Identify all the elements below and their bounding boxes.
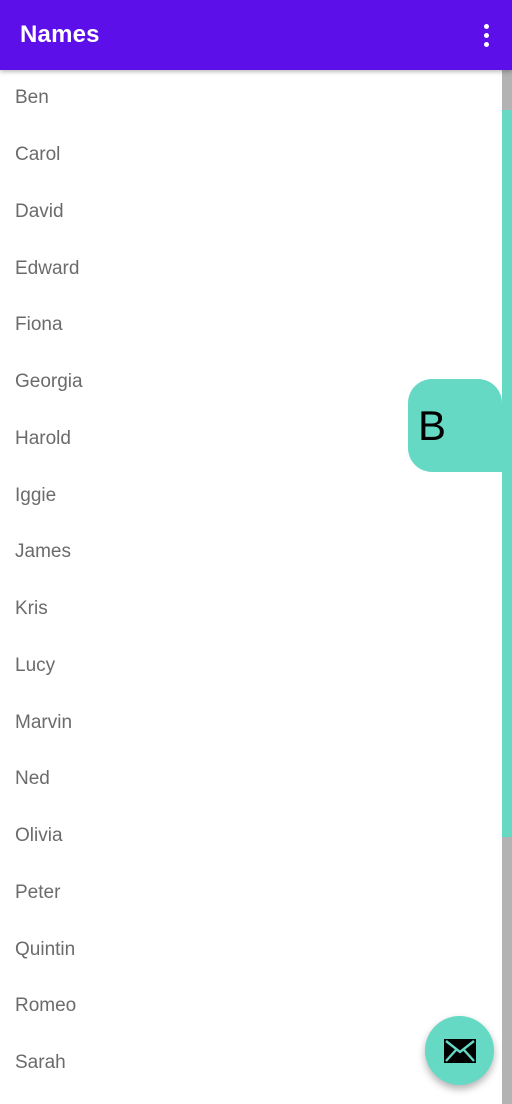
app-bar: Names [0,0,512,70]
more-vert-icon[interactable] [474,15,498,55]
list-item[interactable]: Ben [0,70,502,127]
list-item[interactable]: Romeo [0,978,502,1035]
fast-scroll-index-bubble: B [408,379,502,472]
list-item[interactable]: Edward [0,240,502,297]
list-item[interactable]: Quintin [0,921,502,978]
list-item[interactable]: Olivia [0,808,502,865]
email-fab-button[interactable] [425,1016,494,1085]
index-bubble-letter: B [418,401,447,449]
list-item[interactable]: Carol [0,127,502,184]
list-item[interactable]: Peter [0,865,502,922]
fast-scroll-thumb[interactable] [502,110,512,837]
overflow-dot [483,32,489,38]
list-item[interactable]: Marvin [0,694,502,751]
list-item[interactable]: David [0,184,502,241]
list-item[interactable]: Fiona [0,297,502,354]
list-item[interactable]: Lucy [0,638,502,695]
list-item[interactable]: Iggie [0,467,502,524]
app-bar-title: Names [20,21,100,48]
overflow-dot [483,23,489,29]
overflow-dot [483,41,489,47]
list-item[interactable]: Ned [0,751,502,808]
list-item[interactable]: Kris [0,581,502,638]
list-item[interactable]: James [0,524,502,581]
names-list[interactable]: Ben Carol David Edward Fiona Georgia Har… [0,70,502,1104]
email-icon [443,1038,476,1063]
